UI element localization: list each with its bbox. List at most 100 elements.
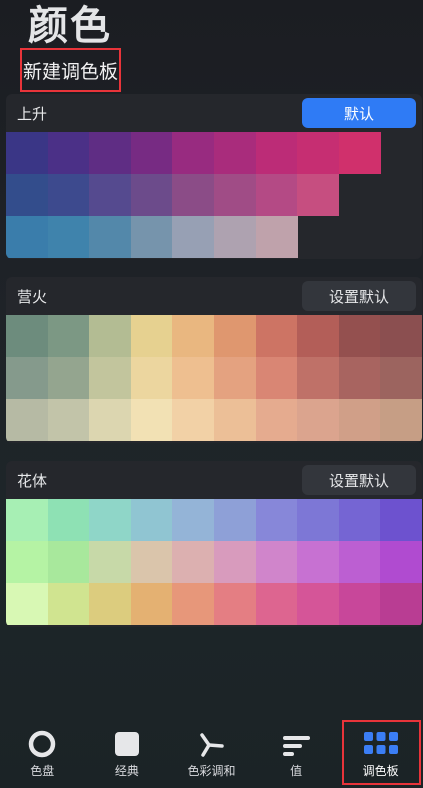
color-swatch[interactable] xyxy=(6,541,49,583)
palette-name: 花体 xyxy=(17,472,48,490)
color-swatch[interactable] xyxy=(297,583,340,625)
color-swatch[interactable] xyxy=(214,499,257,541)
color-swatch[interactable] xyxy=(255,357,298,399)
color-swatch[interactable] xyxy=(214,583,257,625)
color-swatch[interactable] xyxy=(338,399,381,441)
color-swatch[interactable] xyxy=(297,315,340,357)
color-swatch[interactable] xyxy=(130,583,173,625)
color-swatch[interactable] xyxy=(130,499,173,541)
color-swatch[interactable] xyxy=(6,499,49,541)
color-swatch[interactable] xyxy=(130,174,173,216)
color-swatch[interactable] xyxy=(89,541,132,583)
color-swatch[interactable] xyxy=(6,315,49,357)
set-default-button[interactable]: 设置默认 xyxy=(302,281,416,311)
palette-card[interactable]: 上升 默认 xyxy=(6,94,422,259)
color-swatch[interactable] xyxy=(89,132,132,174)
color-swatch[interactable] xyxy=(130,541,173,583)
color-swatch[interactable] xyxy=(338,499,381,541)
color-swatch[interactable] xyxy=(214,315,257,357)
nav-classic[interactable]: 经典 xyxy=(85,716,170,788)
nav-value[interactable]: 值 xyxy=(254,716,339,788)
color-swatch[interactable] xyxy=(297,499,340,541)
color-swatch[interactable] xyxy=(214,541,257,583)
palette-swatch-grid[interactable] xyxy=(6,499,422,625)
color-swatch[interactable] xyxy=(47,583,90,625)
color-swatch[interactable] xyxy=(255,132,298,174)
color-swatch[interactable] xyxy=(255,583,298,625)
nav-harmony[interactable]: 色彩调和 xyxy=(169,716,254,788)
new-palette-button[interactable]: 新建调色板 xyxy=(20,48,121,92)
color-swatch[interactable] xyxy=(214,216,257,258)
color-swatch[interactable] xyxy=(130,132,173,174)
color-swatch[interactable] xyxy=(255,174,298,216)
palette-card[interactable]: 花体 设置默认 xyxy=(6,461,422,627)
color-swatch[interactable] xyxy=(130,315,173,357)
color-swatch[interactable] xyxy=(47,132,90,174)
color-swatch[interactable] xyxy=(255,399,298,441)
palette-card[interactable]: 营火 设置默认 xyxy=(6,277,422,443)
color-swatch[interactable] xyxy=(6,399,49,441)
color-swatch[interactable] xyxy=(89,499,132,541)
palette-swatch-grid[interactable] xyxy=(6,132,422,258)
color-swatch[interactable] xyxy=(47,357,90,399)
color-swatch[interactable] xyxy=(47,315,90,357)
color-swatch[interactable] xyxy=(130,399,173,441)
color-swatch[interactable] xyxy=(380,583,422,625)
color-swatch[interactable] xyxy=(172,315,215,357)
color-swatch[interactable] xyxy=(214,357,257,399)
color-swatch[interactable] xyxy=(297,132,340,174)
color-swatch[interactable] xyxy=(6,357,49,399)
color-swatch[interactable] xyxy=(130,357,173,399)
color-swatch[interactable] xyxy=(380,499,422,541)
color-swatch[interactable] xyxy=(6,132,49,174)
color-swatch[interactable] xyxy=(89,399,132,441)
color-swatch[interactable] xyxy=(338,315,381,357)
color-swatch[interactable] xyxy=(172,541,215,583)
nav-color-wheel[interactable]: 色盘 xyxy=(0,716,85,788)
set-default-button[interactable]: 设置默认 xyxy=(302,465,416,495)
color-swatch[interactable] xyxy=(172,399,215,441)
value-bars-icon xyxy=(283,736,311,756)
color-swatch[interactable] xyxy=(255,315,298,357)
color-swatch[interactable] xyxy=(6,174,49,216)
default-button[interactable]: 默认 xyxy=(302,98,416,128)
color-swatch[interactable] xyxy=(130,216,173,258)
color-swatch[interactable] xyxy=(255,499,298,541)
color-swatch[interactable] xyxy=(47,399,90,441)
color-swatch[interactable] xyxy=(338,357,381,399)
color-swatch[interactable] xyxy=(172,174,215,216)
color-swatch[interactable] xyxy=(89,174,132,216)
color-swatch[interactable] xyxy=(89,357,132,399)
color-swatch[interactable] xyxy=(380,399,422,441)
color-swatch[interactable] xyxy=(380,541,422,583)
color-swatch[interactable] xyxy=(172,499,215,541)
palette-swatch-grid[interactable] xyxy=(6,315,422,441)
color-swatch[interactable] xyxy=(47,174,90,216)
color-swatch[interactable] xyxy=(172,583,215,625)
color-swatch[interactable] xyxy=(47,499,90,541)
color-swatch[interactable] xyxy=(380,357,422,399)
color-swatch[interactable] xyxy=(6,216,49,258)
color-swatch[interactable] xyxy=(172,216,215,258)
color-swatch[interactable] xyxy=(255,541,298,583)
color-swatch[interactable] xyxy=(214,132,257,174)
color-swatch[interactable] xyxy=(338,583,381,625)
color-swatch[interactable] xyxy=(214,174,257,216)
color-swatch[interactable] xyxy=(214,399,257,441)
color-swatch[interactable] xyxy=(255,216,298,258)
color-swatch[interactable] xyxy=(89,216,132,258)
color-swatch[interactable] xyxy=(6,583,49,625)
color-swatch[interactable] xyxy=(338,541,381,583)
color-swatch[interactable] xyxy=(172,132,215,174)
color-swatch[interactable] xyxy=(297,357,340,399)
color-swatch[interactable] xyxy=(89,315,132,357)
color-swatch[interactable] xyxy=(47,541,90,583)
color-swatch[interactable] xyxy=(380,315,422,357)
color-swatch[interactable] xyxy=(297,174,340,216)
color-swatch[interactable] xyxy=(338,132,381,174)
color-swatch[interactable] xyxy=(89,583,132,625)
color-swatch[interactable] xyxy=(297,399,340,441)
color-swatch[interactable] xyxy=(47,216,90,258)
color-swatch[interactable] xyxy=(172,357,215,399)
color-swatch[interactable] xyxy=(297,541,340,583)
